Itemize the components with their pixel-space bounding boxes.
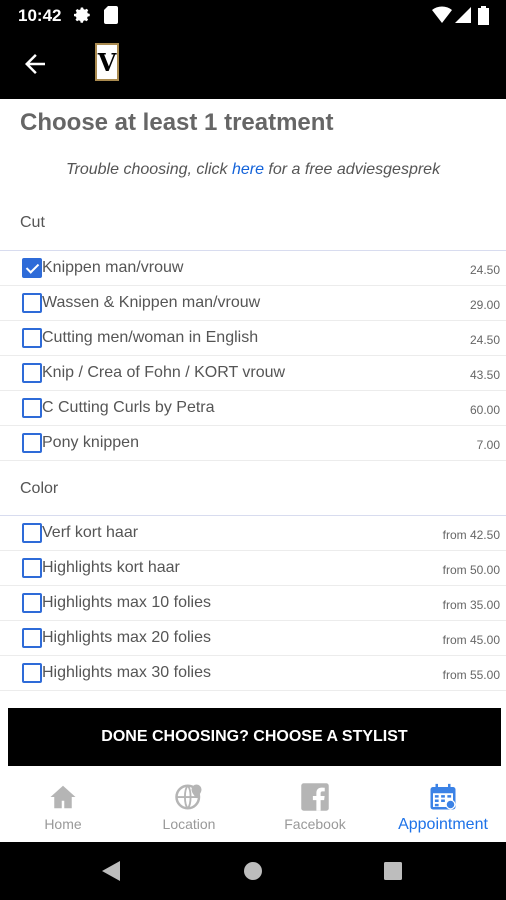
sd-card-icon [104, 6, 118, 29]
treatment-label: Wassen & Knippen man/vrouw [42, 294, 261, 311]
treatment-row[interactable]: Highlights max 10 folies from 35.00 [0, 586, 506, 621]
treatment-row[interactable]: Wassen & Knippen man/vrouw 29.00 [0, 286, 506, 321]
nav-home-icon[interactable] [243, 861, 263, 886]
back-arrow-icon[interactable] [20, 49, 50, 79]
treatment-label: Highlights max 20 folies [42, 629, 211, 646]
checkbox[interactable] [22, 593, 42, 613]
checkbox[interactable] [22, 293, 42, 313]
treatment-label: Highlights max 10 folies [42, 594, 211, 611]
treatment-price: 29.00 [469, 298, 500, 312]
checkbox[interactable] [22, 433, 42, 453]
globe-location-icon [174, 782, 204, 812]
treatment-label: C Cutting Curls by Petra [42, 399, 215, 416]
home-icon [48, 782, 78, 812]
treatment-label: Cutting men/woman in English [42, 329, 259, 346]
help-hint: Trouble choosing, click here for a free … [65, 161, 441, 178]
treatment-label: Verf kort haar [42, 524, 139, 541]
checkbox[interactable] [22, 628, 42, 648]
treatment-row[interactable]: Cutting men/woman in English 24.50 [0, 321, 506, 356]
treatment-price: 43.50 [469, 368, 500, 382]
treatment-price: 24.50 [469, 263, 500, 277]
treatment-row[interactable]: Pony knippen 7.00 [0, 426, 506, 461]
bottom-tab-bar: Home Location Facebook Appointment [0, 770, 506, 842]
treatment-price: from 55.00 [442, 668, 500, 682]
treatment-price: 7.00 [476, 438, 500, 452]
signal-icon [455, 6, 471, 29]
treatment-row[interactable]: Highlights kort haar from 50.00 [0, 551, 506, 586]
treatment-label: Knippen man/vrouw [42, 259, 184, 276]
page-title: Choose at least 1 treatment [20, 109, 334, 136]
treatment-price: from 50.00 [442, 563, 500, 577]
status-time: 10:42 [18, 6, 62, 25]
treatment-label: Highlights max 30 folies [42, 664, 211, 681]
app-bar: V [0, 31, 506, 99]
nav-back-icon[interactable] [100, 860, 122, 887]
treatment-row[interactable]: C Cutting Curls by Petra 60.00 [0, 391, 506, 426]
checkbox[interactable] [22, 328, 42, 348]
treatment-label: Highlights kort haar [42, 559, 180, 576]
treatment-row[interactable]: Knippen man/vrouw 24.50 [0, 251, 506, 286]
section-header-color: Color [20, 480, 59, 497]
tab-appointment[interactable]: Appointment [380, 770, 506, 842]
section-header-cut: Cut [20, 214, 45, 231]
facebook-icon [300, 782, 330, 812]
treatment-price: from 42.50 [442, 528, 500, 542]
checkbox[interactable] [22, 558, 42, 578]
treatment-price: from 35.00 [442, 598, 500, 612]
checkbox[interactable] [22, 523, 42, 543]
nav-recents-icon[interactable] [384, 862, 402, 885]
treatment-price: from 45.00 [442, 633, 500, 647]
treatment-price: 24.50 [469, 333, 500, 347]
checkbox[interactable] [22, 663, 42, 683]
tab-location[interactable]: Location [126, 770, 252, 842]
treatment-row[interactable]: Verf kort haar from 42.50 [0, 516, 506, 551]
checkbox-checked[interactable] [22, 258, 42, 278]
tab-label: Facebook [284, 816, 346, 832]
gear-icon [74, 6, 92, 29]
checkbox[interactable] [22, 398, 42, 418]
salon-logo: V [95, 43, 119, 81]
treatment-label: Pony knippen [42, 434, 139, 451]
choose-stylist-button[interactable]: DONE CHOOSING? CHOOSE A STYLIST [8, 708, 501, 766]
treatment-row[interactable]: Knip / Crea of Fohn / KORT vrouw 43.50 [0, 356, 506, 391]
wifi-icon [432, 6, 452, 29]
treatment-row[interactable]: Highlights max 20 folies from 45.00 [0, 621, 506, 656]
free-consult-link[interactable]: here [232, 161, 264, 178]
calendar-icon [428, 782, 458, 812]
treatment-price: 60.00 [469, 403, 500, 417]
treatment-label: Knip / Crea of Fohn / KORT vrouw [42, 364, 286, 381]
checkbox[interactable] [22, 363, 42, 383]
treatment-row[interactable]: Highlights max 30 folies from 55.00 [0, 656, 506, 691]
treatment-list[interactable]: Choose at least 1 treatment Trouble choo… [0, 99, 506, 705]
status-bar: 10:42 [0, 0, 506, 31]
tab-facebook[interactable]: Facebook [252, 770, 378, 842]
system-nav-bar [0, 842, 506, 900]
battery-icon [478, 6, 489, 30]
tab-home[interactable]: Home [0, 770, 126, 842]
tab-label: Appointment [398, 816, 488, 833]
tab-label: Location [162, 816, 216, 832]
tab-label: Home [44, 816, 82, 832]
